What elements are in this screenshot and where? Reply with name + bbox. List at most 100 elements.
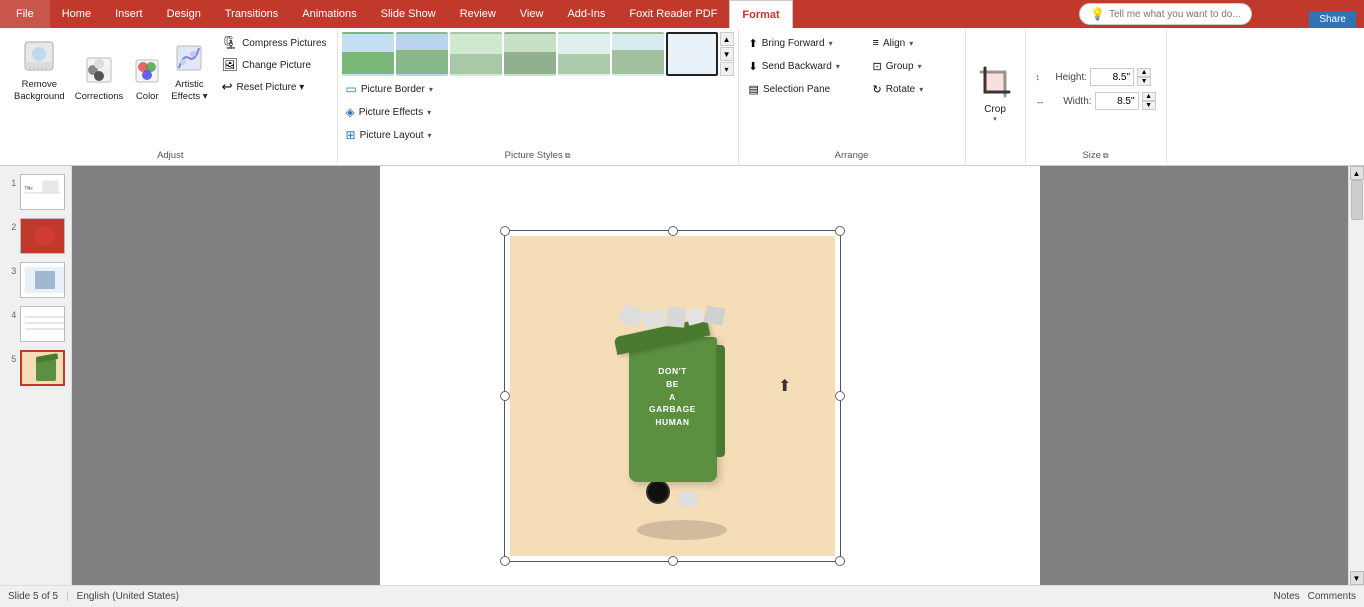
compress-pictures-button[interactable]: 🗜 Compress Pictures — [218, 32, 331, 54]
height-label: Height: — [1045, 72, 1087, 83]
signin-link[interactable]: Sign in — [1268, 14, 1302, 26]
corrections-button[interactable]: Corrections — [71, 32, 128, 104]
arrange-right: ≡ Align ▾ ⊡ Group ▾ ↻ Rotate ▾ — [869, 32, 959, 146]
picture-style-5[interactable] — [558, 32, 610, 76]
gc-text: DON'T BE A GARBAGE HUMAN — [629, 365, 717, 429]
handle-bottom-center[interactable] — [668, 556, 678, 566]
effects-arrow: ▾ — [427, 108, 431, 117]
slide-img-2[interactable] — [20, 218, 65, 254]
status-divider-1: | — [66, 591, 69, 602]
slide-thumb-5[interactable]: 5 — [6, 350, 65, 386]
color-button[interactable]: Color — [129, 32, 165, 104]
slide-num-4: 4 — [6, 306, 16, 320]
handle-top-right[interactable] — [835, 226, 845, 236]
picture-style-1[interactable] — [342, 32, 394, 76]
tab-addins[interactable]: Add-Ins — [555, 0, 617, 28]
slide-canvas[interactable]: ↻ — [380, 166, 1040, 585]
slides-panel: 1 Title 2 — [0, 166, 72, 585]
height-decrement[interactable]: ▼ — [1137, 77, 1151, 86]
height-input[interactable] — [1090, 68, 1134, 86]
change-picture-button[interactable]: 🖼 Change Picture — [218, 54, 331, 76]
send-backward-button[interactable]: ⬇ Send Backward ▾ — [745, 55, 865, 77]
layout-arrow: ▾ — [428, 131, 432, 140]
slide-img-5[interactable] — [20, 350, 65, 386]
tell-me-box[interactable]: 💡 Tell me what you want to do... — [1079, 3, 1252, 25]
handle-middle-right[interactable] — [835, 391, 845, 401]
picture-style-3[interactable] — [450, 32, 502, 76]
slide-5-preview — [22, 351, 63, 385]
scrollbar-down-button[interactable]: ▼ — [1350, 571, 1364, 585]
tab-review[interactable]: Review — [448, 0, 508, 28]
comments-button[interactable]: Comments — [1308, 591, 1356, 602]
picture-border-button[interactable]: ▭ Picture Border ▾ — [342, 78, 734, 100]
artistic-effects-button[interactable]: ArtisticEffects ▾ — [167, 32, 211, 104]
gallery-more[interactable]: ▾ — [720, 62, 734, 76]
tab-animations[interactable]: Animations — [290, 0, 368, 28]
gallery-scroll-up[interactable]: ▲ — [720, 32, 734, 46]
selected-image-container[interactable]: DON'T BE A GARBAGE HUMAN — [510, 236, 835, 556]
scrollbar-thumb[interactable] — [1351, 180, 1363, 220]
slide-thumb-1[interactable]: 1 Title — [6, 174, 65, 210]
tab-home[interactable]: Home — [50, 0, 103, 28]
width-icon: ↔ — [1036, 96, 1045, 106]
reset-picture-button[interactable]: ↩ Reset Picture ▾ — [218, 76, 331, 98]
rotate-button[interactable]: ↻ Rotate ▾ — [869, 78, 959, 100]
width-decrement[interactable]: ▼ — [1142, 101, 1156, 110]
slide-4-preview — [21, 307, 64, 341]
send-backward-icon: ⬇ — [749, 60, 758, 73]
width-increment[interactable]: ▲ — [1142, 92, 1156, 101]
width-input[interactable] — [1095, 92, 1139, 110]
picture-style-7[interactable] — [666, 32, 718, 76]
height-row: ↕ Height: ▲ ▼ — [1036, 68, 1156, 86]
selection-pane-button[interactable]: ▤ Selection Pane — [745, 78, 865, 100]
handle-top-center[interactable] — [668, 226, 678, 236]
height-increment[interactable]: ▲ — [1137, 68, 1151, 77]
picture-style-4[interactable] — [504, 32, 556, 76]
share-button[interactable]: Share — [1309, 11, 1356, 28]
slide-num-3: 3 — [6, 262, 16, 276]
remove-background-button[interactable]: RemoveBackground — [10, 32, 69, 104]
tab-foxitpdf[interactable]: Foxit Reader PDF — [617, 0, 729, 28]
slide-thumb-4[interactable]: 4 — [6, 306, 65, 342]
handle-middle-left[interactable] — [500, 391, 510, 401]
paper-3 — [666, 306, 686, 327]
slide-thumb-3[interactable]: 3 — [6, 262, 65, 298]
crop-group-label — [972, 159, 1019, 161]
slide-img-3[interactable] — [20, 262, 65, 298]
picture-layout-button[interactable]: ⊞ Picture Layout ▾ — [342, 124, 734, 146]
picture-style-2[interactable] — [396, 32, 448, 76]
tab-design[interactable]: Design — [155, 0, 213, 28]
picture-style-6[interactable] — [612, 32, 664, 76]
tab-format[interactable]: Format — [729, 0, 792, 28]
size-group-content: ↕ Height: ▲ ▼ ↔ Width: — [1032, 32, 1160, 146]
border-arrow: ▾ — [429, 85, 433, 94]
picture-styles-expand[interactable]: ⧉ — [565, 151, 571, 161]
group-icon: ⊡ — [873, 60, 882, 73]
handle-bottom-left[interactable] — [500, 556, 510, 566]
slide-num-1: 1 — [6, 174, 16, 188]
size-expand-arrow[interactable]: ⧉ — [1103, 151, 1109, 161]
ribbon-body: RemoveBackground Corrections Color — [0, 28, 1364, 166]
tab-file[interactable]: File — [0, 0, 50, 28]
tab-transitions[interactable]: Transitions — [213, 0, 290, 28]
tell-me-placeholder: Tell me what you want to do... — [1109, 9, 1241, 20]
arrange-group-label: Arrange — [745, 148, 959, 161]
group-button[interactable]: ⊡ Group ▾ — [869, 55, 959, 77]
slide-thumb-2[interactable]: 2 — [6, 218, 65, 254]
crop-button[interactable]: Crop ▾ — [975, 62, 1015, 127]
picture-effects-button[interactable]: ◈ Picture Effects ▾ — [342, 101, 734, 123]
handle-bottom-right[interactable] — [835, 556, 845, 566]
scrollbar-up-button[interactable]: ▲ — [1350, 166, 1364, 180]
gallery-scroll-down[interactable]: ▼ — [720, 47, 734, 61]
tab-view[interactable]: View — [508, 0, 556, 28]
align-button[interactable]: ≡ Align ▾ — [869, 32, 959, 54]
tab-insert[interactable]: Insert — [103, 0, 155, 28]
tab-slideshow[interactable]: Slide Show — [369, 0, 448, 28]
slide-img-4[interactable] — [20, 306, 65, 342]
notes-button[interactable]: Notes — [1274, 591, 1300, 602]
slide-img-1[interactable]: Title — [20, 174, 65, 210]
remove-bg-icon — [23, 40, 55, 77]
handle-top-left[interactable] — [500, 226, 510, 236]
status-bar: Slide 5 of 5 | English (United States) N… — [0, 585, 1364, 607]
bring-forward-button[interactable]: ⬆ Bring Forward ▾ — [745, 32, 865, 54]
